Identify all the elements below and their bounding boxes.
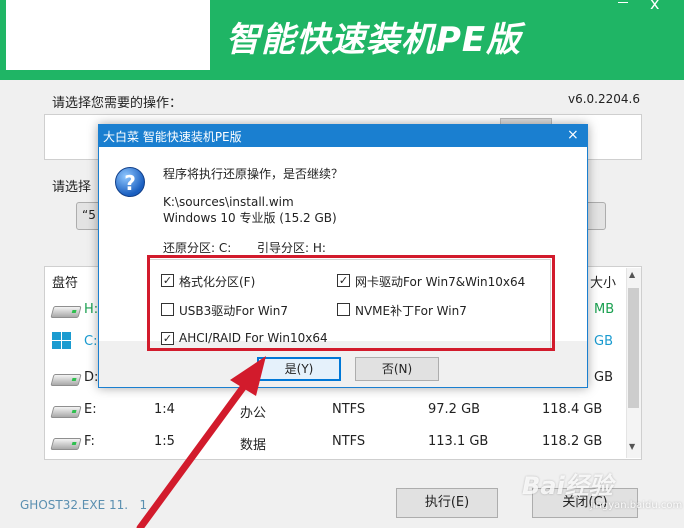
- table-row-fs: NTFS: [332, 402, 366, 417]
- close-window-icon[interactable]: x: [650, 0, 659, 13]
- version-label: v6.0.2204.6: [568, 92, 640, 106]
- execute-button[interactable]: 执行(E): [396, 488, 498, 518]
- source-path: K:\sources\install.wim: [163, 195, 294, 209]
- app-header: 智能快速装机PE版 x: [0, 0, 684, 80]
- dialog-title: 大白菜 智能快速装机PE版: [103, 130, 242, 144]
- scroll-thumb[interactable]: [628, 288, 639, 408]
- table-row-label: 数据: [240, 438, 267, 453]
- table-row-drive[interactable]: E:: [84, 402, 97, 417]
- dialog-question: 程序将执行还原操作，是否继续？: [163, 167, 344, 181]
- dialog-titlebar[interactable]: 大白菜 智能快速装机PE版 ×: [99, 125, 587, 147]
- table-row-size: MB: [594, 302, 615, 317]
- highlight-box: [147, 255, 555, 351]
- scroll-up-icon[interactable]: ▲: [629, 270, 635, 279]
- table-row-total: 118.2 GB: [542, 434, 603, 449]
- table-row-free: 97.2 GB: [428, 402, 481, 417]
- table-row-index: 1:5: [154, 434, 175, 449]
- app-title: 智能快速装机PE版: [226, 20, 522, 60]
- image-name: Windows 10 专业版 (15.2 GB): [163, 211, 337, 225]
- confirm-dialog: 大白菜 智能快速装机PE版 × ? 程序将执行还原操作，是否继续？ K:\sou…: [98, 124, 588, 388]
- table-row-index: 1:4: [154, 402, 175, 417]
- boot-partition: 引导分区: H:: [257, 241, 326, 255]
- table-row-size: GB: [594, 334, 613, 349]
- table-row-label: 办公: [240, 406, 267, 421]
- column-header-size[interactable]: 大小: [590, 272, 616, 291]
- yes-button[interactable]: 是(Y): [257, 357, 341, 381]
- column-header-drive[interactable]: 盘符: [52, 272, 78, 291]
- image-select-text: “5: [82, 208, 96, 222]
- watermark-url: jingyan.baidu.com: [590, 500, 683, 511]
- restore-partition: 还原分区: C:: [163, 241, 232, 255]
- question-icon: ?: [115, 167, 145, 197]
- disk-icon: [50, 374, 82, 386]
- table-row-fs: NTFS: [332, 434, 366, 449]
- table-row-drive[interactable]: D:: [84, 370, 98, 385]
- windows-icon: [52, 332, 72, 350]
- table-row-total: 118.4 GB: [542, 402, 603, 417]
- select-label: 请选择: [52, 180, 92, 195]
- table-row-size: GB: [594, 370, 613, 385]
- disk-icon: [50, 406, 82, 418]
- dialog-close-icon[interactable]: ×: [567, 127, 579, 143]
- scroll-down-icon[interactable]: ▼: [629, 442, 635, 451]
- ghost-version-label: GHOST32.EXE 11. 1: [20, 498, 148, 512]
- minimize-icon[interactable]: [618, 2, 628, 3]
- header-logo-area: [6, 0, 210, 70]
- table-row-drive[interactable]: H:: [84, 302, 98, 317]
- table-row-drive[interactable]: F:: [84, 434, 95, 449]
- table-row-drive[interactable]: C:: [84, 334, 97, 349]
- operation-label: 请选择您需要的操作：: [52, 96, 183, 111]
- disk-icon: [50, 438, 82, 450]
- watermark-logo: Bai经验: [522, 472, 613, 500]
- table-row-free: 113.1 GB: [428, 434, 489, 449]
- disk-icon: [50, 306, 82, 318]
- no-button[interactable]: 否(N): [355, 357, 439, 381]
